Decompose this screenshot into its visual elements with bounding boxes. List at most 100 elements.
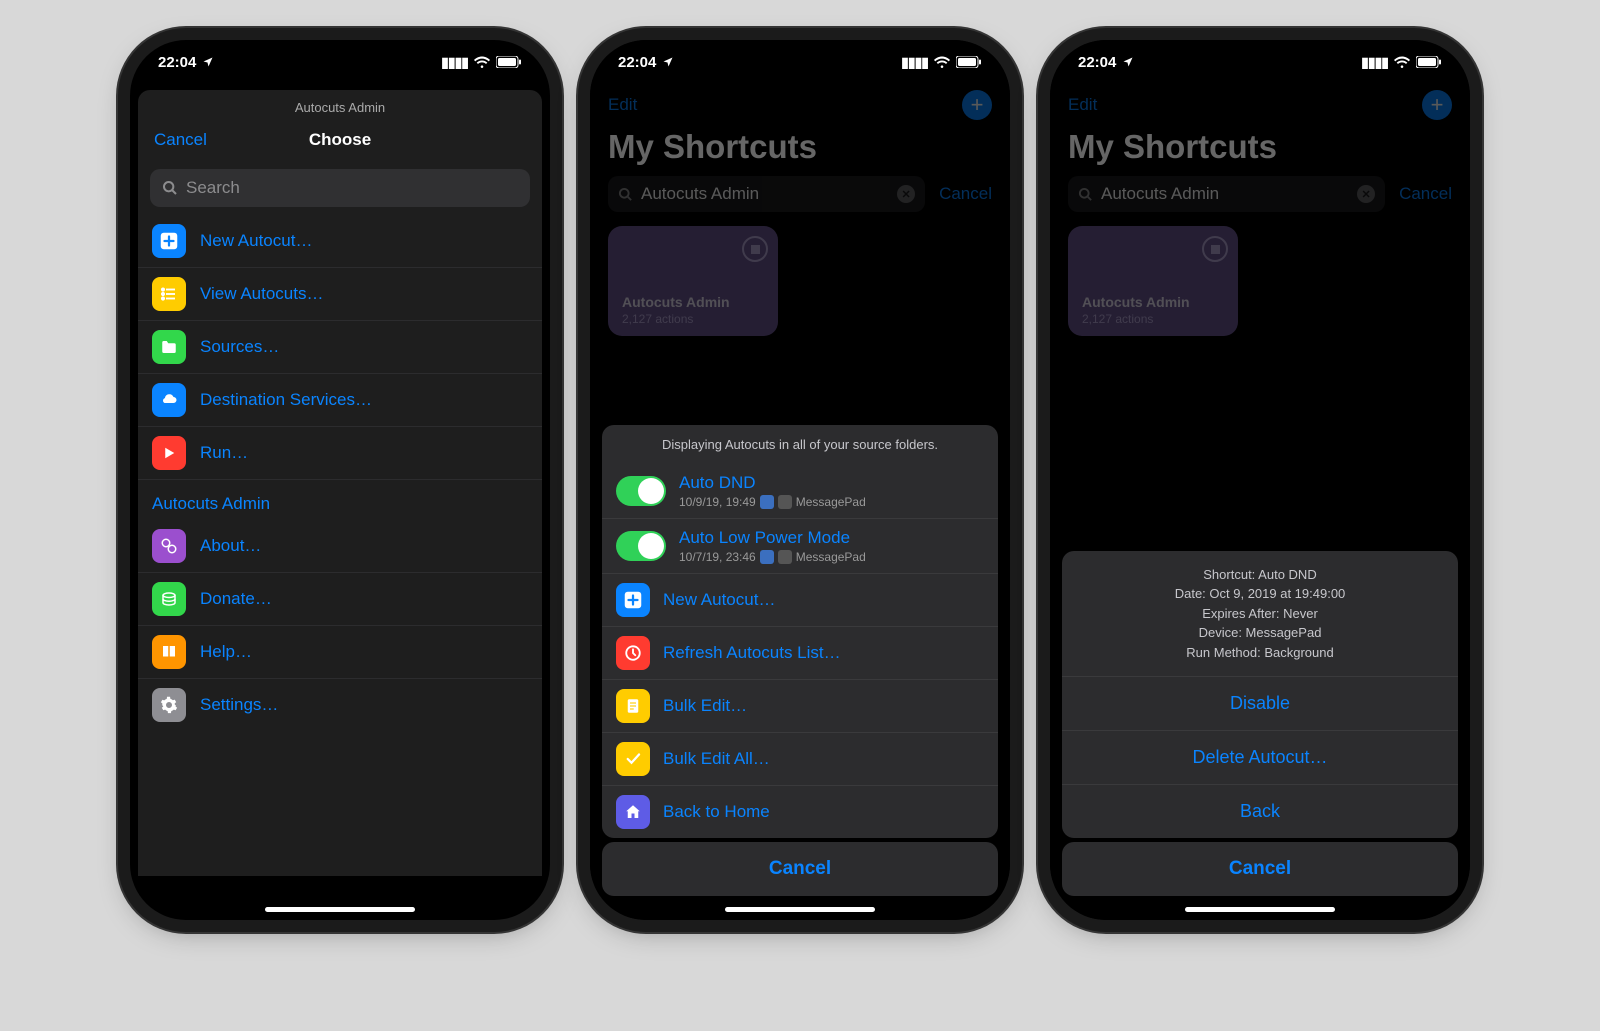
nav-title: Choose <box>309 130 371 150</box>
row-label: Sources… <box>200 337 279 357</box>
row-bulk-edit-all[interactable]: Bulk Edit All… <box>602 733 998 786</box>
signal-icon: ▮▮▮▮ <box>901 54 928 71</box>
device-icon <box>778 495 792 509</box>
note-icon <box>616 689 650 723</box>
edit-button[interactable]: Edit <box>1068 95 1097 115</box>
home-indicator[interactable] <box>265 907 415 912</box>
device-icon <box>778 550 792 564</box>
add-button[interactable]: + <box>1422 90 1452 120</box>
signal-icon: ▮▮▮▮ <box>441 54 468 71</box>
row-label: Back to Home <box>663 802 770 822</box>
search-value: Autocuts Admin <box>1101 184 1349 204</box>
book-icon <box>152 635 186 669</box>
location-icon <box>202 56 214 68</box>
clear-icon[interactable]: ✕ <box>897 185 915 203</box>
row-label: About… <box>200 536 261 556</box>
shortcut-card[interactable]: Autocuts Admin 2,127 actions <box>1068 226 1238 336</box>
panel-header: Displaying Autocuts in all of your sourc… <box>602 425 998 464</box>
add-button[interactable]: + <box>962 90 992 120</box>
phone-frame-2: 22:04 ▮▮▮▮ Edit + My Shortcuts Autocuts … <box>590 40 1010 920</box>
home-indicator[interactable] <box>725 907 875 912</box>
sync-icon <box>760 550 774 564</box>
section-header: Autocuts Admin <box>138 480 542 520</box>
row-label: Settings… <box>200 695 278 715</box>
row-label: Destination Services… <box>200 390 372 410</box>
search-input[interactable]: Search <box>150 169 530 207</box>
check-icon <box>616 742 650 776</box>
back-button[interactable]: Back <box>1062 785 1458 838</box>
stop-icon[interactable] <box>742 236 768 262</box>
row-donate[interactable]: Donate… <box>138 573 542 626</box>
item-title: Auto DND <box>679 473 866 493</box>
row-bulk-edit[interactable]: Bulk Edit… <box>602 680 998 733</box>
detail-panel: Shortcut: Auto DND Date: Oct 9, 2019 at … <box>1062 551 1458 839</box>
row-destination[interactable]: Destination Services… <box>138 374 542 427</box>
disable-button[interactable]: Disable <box>1062 677 1458 731</box>
wifi-icon <box>934 56 950 68</box>
row-label: Help… <box>200 642 252 662</box>
card-title: Autocuts Admin <box>622 294 730 310</box>
cloud-icon <box>152 383 186 417</box>
edit-button[interactable]: Edit <box>608 95 637 115</box>
play-icon <box>152 436 186 470</box>
action-panel: Displaying Autocuts in all of your sourc… <box>602 425 998 838</box>
signal-icon: ▮▮▮▮ <box>1361 54 1388 71</box>
info-method: Run Method: Background <box>1076 643 1444 663</box>
toggle-switch[interactable] <box>616 531 666 561</box>
nav-bar: Cancel Choose <box>138 119 542 161</box>
row-back-home[interactable]: Back to Home <box>602 786 998 838</box>
search-input[interactable]: Autocuts Admin ✕ <box>1068 176 1385 212</box>
clear-icon[interactable]: ✕ <box>1357 185 1375 203</box>
home-icon <box>616 795 650 829</box>
row-sources[interactable]: Sources… <box>138 321 542 374</box>
cancel-button[interactable]: Cancel <box>1062 842 1458 896</box>
search-cancel[interactable]: Cancel <box>1399 184 1452 204</box>
row-settings[interactable]: Settings… <box>138 679 542 731</box>
search-cancel[interactable]: Cancel <box>939 184 992 204</box>
info-date: Date: Oct 9, 2019 at 19:49:00 <box>1076 584 1444 604</box>
wifi-icon <box>474 56 490 68</box>
choose-sheet: Autocuts Admin Cancel Choose Search New … <box>138 90 542 876</box>
row-auto-dnd[interactable]: Auto DND 10/9/19, 19:49 MessagePad <box>602 464 998 519</box>
status-time: 22:04 <box>158 54 196 71</box>
search-input[interactable]: Autocuts Admin ✕ <box>608 176 925 212</box>
row-label: Refresh Autocuts List… <box>663 643 841 663</box>
wifi-icon <box>1394 56 1410 68</box>
card-subtitle: 2,127 actions <box>1082 312 1153 326</box>
shortcut-card[interactable]: Autocuts Admin 2,127 actions <box>608 226 778 336</box>
search-wrap: Autocuts Admin ✕ Cancel <box>1050 176 1470 226</box>
toggle-switch[interactable] <box>616 476 666 506</box>
screen: Edit + My Shortcuts Autocuts Admin ✕ Can… <box>590 40 1010 920</box>
row-refresh[interactable]: Refresh Autocuts List… <box>602 627 998 680</box>
row-auto-lpm[interactable]: Auto Low Power Mode 10/7/19, 23:46 Messa… <box>602 519 998 574</box>
sheet-subtitle: Autocuts Admin <box>138 90 542 119</box>
screen: Autocuts Admin Cancel Choose Search New … <box>130 40 550 920</box>
card-subtitle: 2,127 actions <box>622 312 693 326</box>
cancel-button[interactable]: Cancel <box>154 130 207 150</box>
search-icon <box>1078 187 1093 202</box>
delete-button[interactable]: Delete Autocut… <box>1062 731 1458 785</box>
status-bar: 22:04 ▮▮▮▮ <box>590 50 1010 74</box>
info-block: Shortcut: Auto DND Date: Oct 9, 2019 at … <box>1062 551 1458 678</box>
row-about[interactable]: About… <box>138 520 542 573</box>
search-placeholder: Search <box>186 178 240 198</box>
row-new-autocut[interactable]: New Autocut… <box>138 215 542 268</box>
status-bar: 22:04 ▮▮▮▮ <box>130 50 550 74</box>
status-time: 22:04 <box>618 54 656 71</box>
home-indicator[interactable] <box>1185 907 1335 912</box>
item-subtitle: 10/9/19, 19:49 MessagePad <box>679 495 866 509</box>
cancel-button[interactable]: Cancel <box>602 842 998 896</box>
row-run[interactable]: Run… <box>138 427 542 480</box>
phone-frame-1: 22:04 ▮▮▮▮ Autocuts Admin Cancel Choose … <box>130 40 550 920</box>
search-icon <box>618 187 633 202</box>
page-title: My Shortcuts <box>590 126 1010 176</box>
menu-list: New Autocut… View Autocuts… Sources… Des… <box>138 215 542 876</box>
stop-icon[interactable] <box>1202 236 1228 262</box>
header: Edit + <box>1050 84 1470 126</box>
plus-icon <box>152 224 186 258</box>
row-label: New Autocut… <box>663 590 775 610</box>
info-shortcut: Shortcut: Auto DND <box>1076 565 1444 585</box>
row-view-autocuts[interactable]: View Autocuts… <box>138 268 542 321</box>
row-help[interactable]: Help… <box>138 626 542 679</box>
row-new-autocut[interactable]: New Autocut… <box>602 574 998 627</box>
